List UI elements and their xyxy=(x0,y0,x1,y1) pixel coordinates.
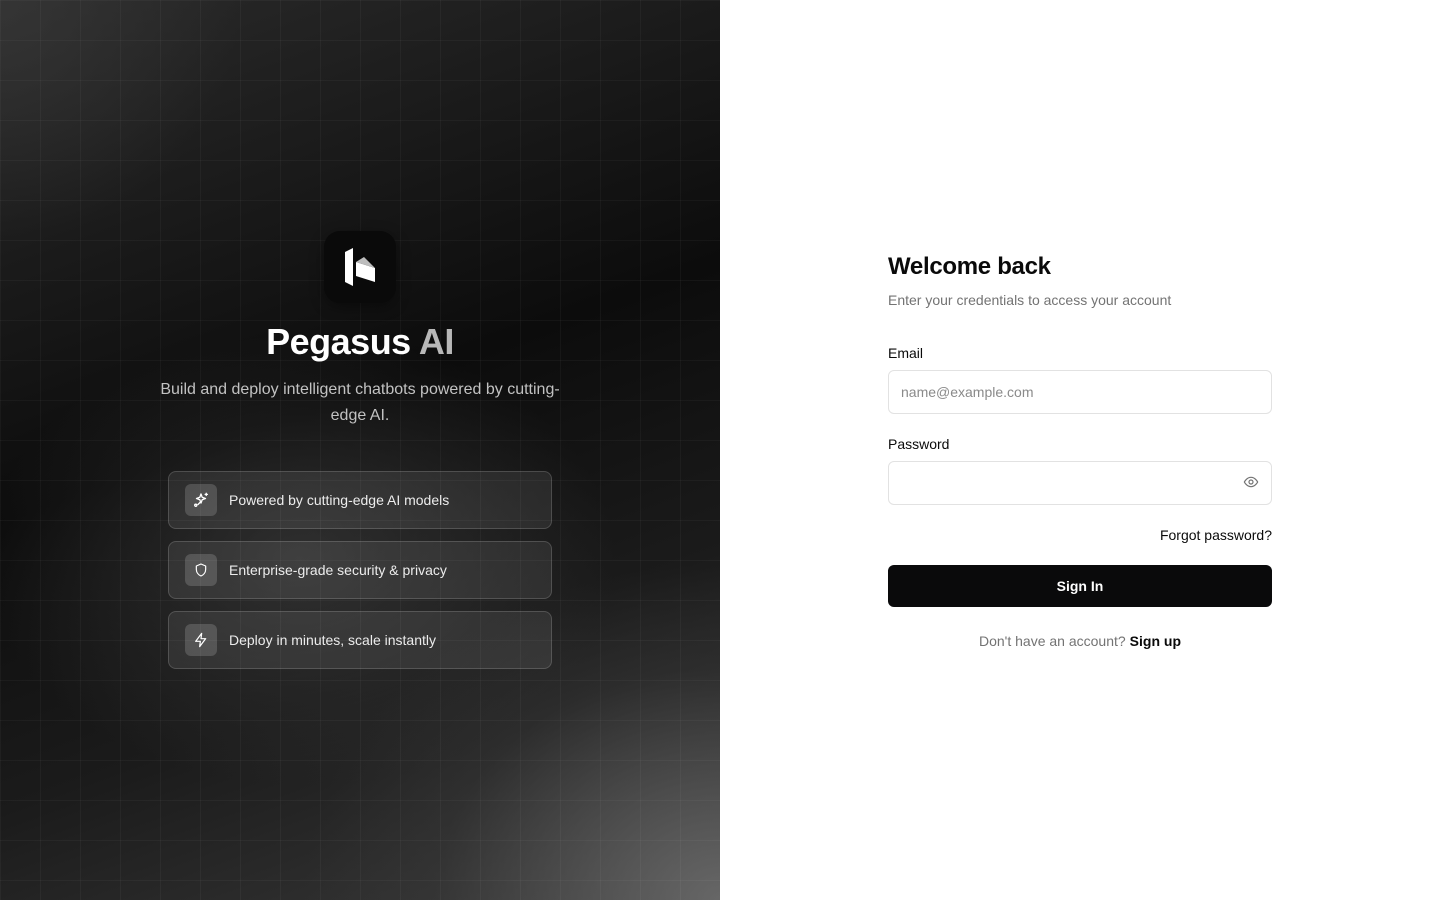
signup-prompt: Don't have an account? xyxy=(979,633,1126,649)
password-input[interactable] xyxy=(888,461,1272,505)
email-input[interactable] xyxy=(888,370,1272,414)
feature-label: Powered by cutting-edge AI models xyxy=(229,492,450,508)
background-grid xyxy=(0,0,720,900)
sign-up-link[interactable]: Sign up xyxy=(1130,633,1181,649)
feature-card: Deploy in minutes, scale instantly xyxy=(168,611,552,669)
feature-label: Deploy in minutes, scale instantly xyxy=(229,632,436,648)
brand-name: Pegasus xyxy=(266,321,411,362)
forgot-password-link[interactable]: Forgot password? xyxy=(1160,527,1272,543)
login-form: Welcome back Enter your credentials to a… xyxy=(888,252,1272,649)
shield-icon xyxy=(185,554,217,586)
brand-name-accent: AI xyxy=(418,321,455,362)
feature-card: Enterprise-grade security & privacy xyxy=(168,541,552,599)
feature-label: Enterprise-grade security & privacy xyxy=(229,562,447,578)
sparkles-icon xyxy=(185,484,217,516)
sign-in-button[interactable]: Sign In xyxy=(888,565,1272,607)
lightning-icon xyxy=(185,624,217,656)
brand-title: Pegasus AI xyxy=(266,321,454,363)
page-title: Welcome back xyxy=(888,253,1051,280)
login-panel: Welcome back Enter your credentials to a… xyxy=(720,0,1440,900)
brand-block: Pegasus AI Build and deploy intelligent … xyxy=(0,231,720,429)
page-subtitle: Enter your credentials to access your ac… xyxy=(888,292,1172,308)
feature-card: Powered by cutting-edge AI models xyxy=(168,471,552,529)
brand-panel: Pegasus AI Build and deploy intelligent … xyxy=(0,0,720,900)
password-label: Password xyxy=(888,436,950,452)
forgot-row: Forgot password? xyxy=(888,527,1272,543)
brand-tagline: Build and deploy intelligent chatbots po… xyxy=(160,381,560,424)
password-field-wrapper xyxy=(888,454,1272,505)
email-label: Email xyxy=(888,345,924,361)
feature-list: Powered by cutting-edge AI models Enterp… xyxy=(168,471,552,669)
signup-row: Don't have an account? Sign up xyxy=(888,633,1272,649)
eye-icon[interactable] xyxy=(1240,471,1262,493)
pegasus-logo-icon xyxy=(324,231,396,303)
